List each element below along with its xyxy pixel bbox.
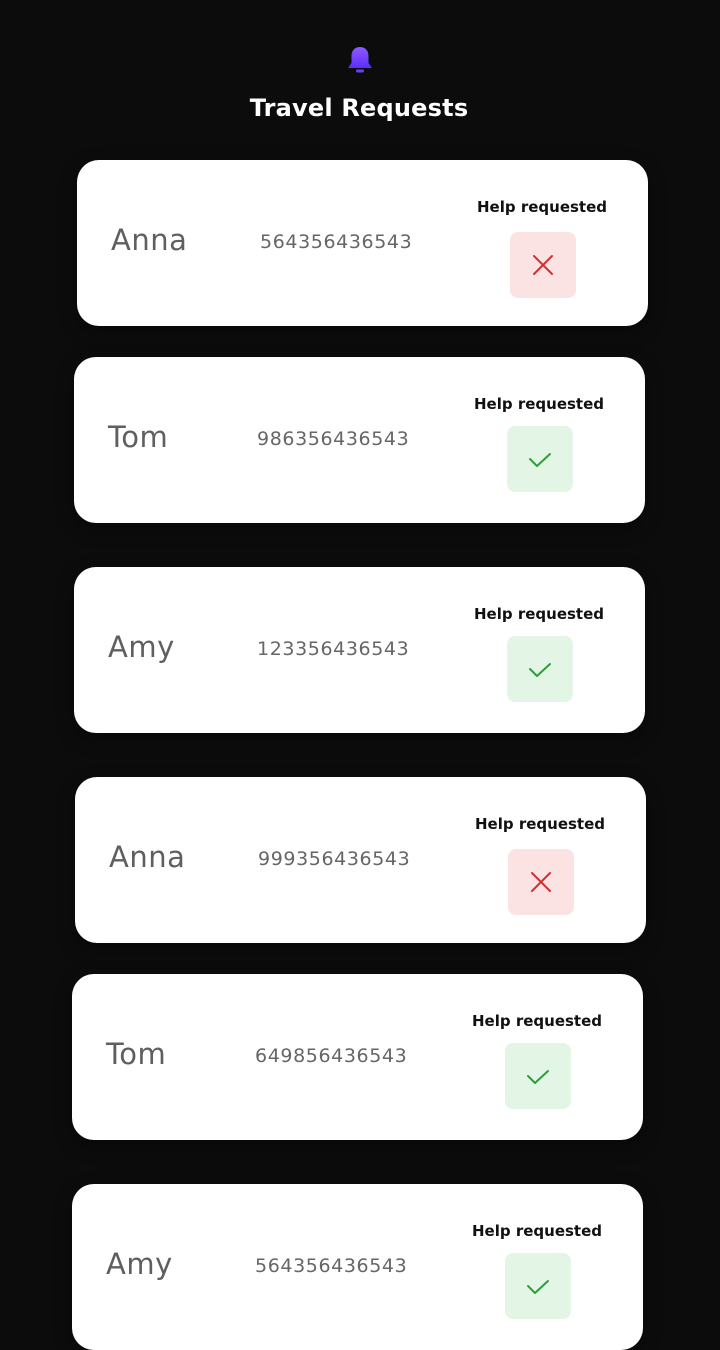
- status-approved-button[interactable]: [505, 1253, 571, 1319]
- traveler-name: Amy: [108, 630, 175, 664]
- check-icon: [527, 1070, 549, 1084]
- check-icon: [529, 453, 551, 467]
- traveler-number: 564356436543: [260, 231, 413, 253]
- help-requested-label: Help requested: [474, 605, 604, 623]
- request-card: Anna 999356436543 Help requested: [75, 777, 646, 943]
- traveler-number: 564356436543: [255, 1255, 408, 1277]
- request-card: Amy 123356436543 Help requested: [74, 567, 645, 733]
- request-card: Tom 986356436543 Help requested: [74, 357, 645, 523]
- traveler-name: Tom: [108, 420, 169, 454]
- traveler-number: 986356436543: [257, 428, 410, 450]
- request-card: Tom 649856436543 Help requested: [72, 974, 643, 1140]
- request-card: Amy 564356436543 Help requested: [72, 1184, 643, 1350]
- help-requested-label: Help requested: [472, 1012, 602, 1030]
- status-approved-button[interactable]: [505, 1043, 571, 1109]
- traveler-number: 999356436543: [258, 848, 411, 870]
- traveler-name: Anna: [109, 840, 186, 874]
- request-card: Anna 564356436543 Help requested: [77, 160, 648, 326]
- traveler-name: Tom: [106, 1037, 167, 1071]
- status-approved-button[interactable]: [507, 636, 573, 702]
- status-declined-button[interactable]: [510, 232, 576, 298]
- close-icon: [533, 255, 553, 275]
- traveler-number: 123356436543: [257, 638, 410, 660]
- check-icon: [529, 663, 551, 677]
- check-icon: [527, 1280, 549, 1294]
- status-declined-button[interactable]: [508, 849, 574, 915]
- help-requested-label: Help requested: [474, 395, 604, 413]
- help-requested-label: Help requested: [472, 1222, 602, 1240]
- help-requested-label: Help requested: [477, 198, 607, 216]
- close-icon: [531, 872, 551, 892]
- traveler-number: 649856436543: [255, 1045, 408, 1067]
- bell-icon[interactable]: [346, 44, 374, 76]
- traveler-name: Amy: [106, 1247, 173, 1281]
- help-requested-label: Help requested: [475, 815, 605, 833]
- page-header: Travel Requests: [0, 0, 720, 140]
- status-approved-button[interactable]: [507, 426, 573, 492]
- traveler-name: Anna: [111, 223, 188, 257]
- page-title: Travel Requests: [249, 94, 469, 122]
